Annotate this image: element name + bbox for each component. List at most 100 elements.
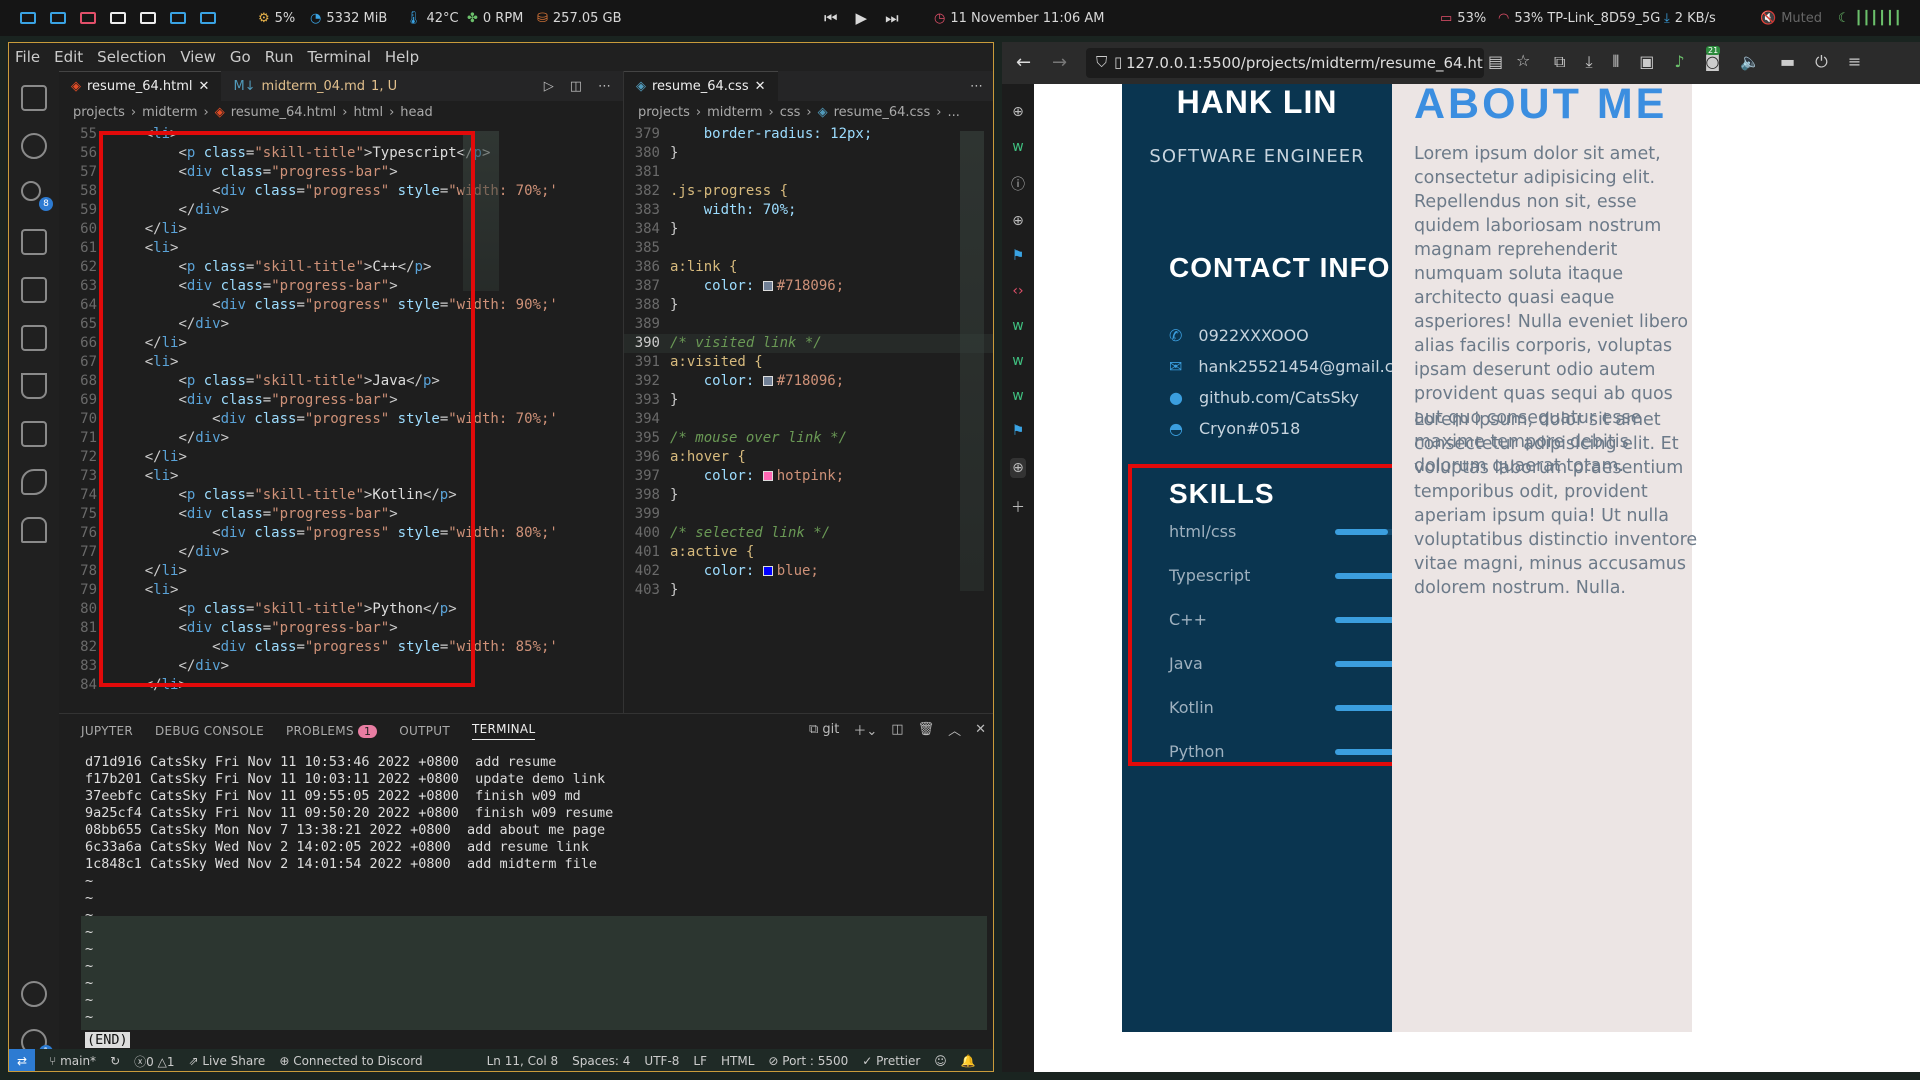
close-icon[interactable]: ✕: [199, 79, 210, 94]
code-line[interactable]: 402 color: blue;: [624, 562, 993, 581]
problems-indicator[interactable]: ⓧ0 △1: [134, 1053, 174, 1070]
tab-output[interactable]: OUTPUT: [399, 724, 450, 738]
globe-icon[interactable]: ⊕: [1010, 458, 1026, 478]
power-icon[interactable]: ⏻: [1815, 52, 1828, 72]
info-icon[interactable]: ⓘ: [1011, 174, 1025, 194]
extensions-icon[interactable]: [21, 325, 47, 351]
terminal-output[interactable]: d71d916 CatsSky Fri Nov 11 10:53:46 2022…: [85, 754, 613, 1026]
run-icon[interactable]: ▷: [544, 79, 554, 94]
workspace-switcher[interactable]: [20, 0, 216, 36]
menu-selection[interactable]: Selection: [97, 48, 166, 66]
code-line[interactable]: 386 a:link {: [624, 258, 993, 277]
next-track-icon[interactable]: ⏭: [885, 9, 899, 27]
code-line[interactable]: 384}: [624, 220, 993, 239]
tab-jupyter[interactable]: JUPYTER: [81, 724, 133, 738]
code-icon[interactable]: ‹›: [1012, 283, 1023, 299]
code-line[interactable]: 403}: [624, 581, 993, 600]
downloads-icon[interactable]: ⤓: [1585, 52, 1592, 72]
globe-icon[interactable]: ⊕: [1012, 213, 1024, 229]
trash-icon[interactable]: 🗑: [918, 722, 935, 737]
code-line[interactable]: 385: [624, 239, 993, 258]
code-line[interactable]: 388}: [624, 296, 993, 315]
volume-indicator[interactable]: 🔇 Muted: [1760, 0, 1822, 36]
testing-icon[interactable]: [21, 373, 47, 399]
tab-resume-html[interactable]: ◈ resume_64.html ✕: [59, 71, 222, 101]
extension-music-icon[interactable]: ♪: [1674, 52, 1684, 72]
terminal-shell[interactable]: ⧉ git: [809, 722, 839, 737]
menu-terminal[interactable]: Terminal: [308, 48, 371, 66]
whatsapp-icon[interactable]: w: [1012, 388, 1023, 404]
globe-icon[interactable]: ⊕: [1012, 104, 1024, 120]
reader-view-icon[interactable]: ▤: [1488, 52, 1503, 71]
workspace-1-icon[interactable]: [20, 12, 36, 24]
menu-go[interactable]: Go: [230, 48, 251, 66]
code-line[interactable]: 387 color: #718096;: [624, 277, 993, 296]
workspace-3-icon[interactable]: [80, 12, 96, 24]
wifi-indicator[interactable]: ◠ 53% TP-Link_8D59_5G: [1498, 0, 1660, 36]
speaker-icon[interactable]: 🔈: [1740, 52, 1760, 72]
account-icon[interactable]: [21, 981, 47, 1007]
tab-terminal[interactable]: TERMINAL: [472, 722, 536, 740]
code-line[interactable]: 401 a:active {: [624, 543, 993, 562]
clock[interactable]: ◷ 11 November 11:06 AM: [934, 0, 1104, 36]
url-bar[interactable]: ⛉ ▯ 127.0.0.1:5500/projects/midterm/resu…: [1086, 48, 1484, 78]
add-icon[interactable]: ＋: [1011, 497, 1025, 517]
hamburger-menu-icon[interactable]: ≡: [1848, 52, 1861, 72]
code-line[interactable]: 397 color: hotpink;: [624, 467, 993, 486]
whatsapp-icon[interactable]: w: [1012, 353, 1023, 369]
split-terminal-icon[interactable]: ◫: [891, 722, 903, 737]
code-line[interactable]: 383 width: 70%;: [624, 201, 993, 220]
menu-view[interactable]: View: [180, 48, 216, 66]
css-code-editor[interactable]: 379 border-radius: 12px; 380} 381 382 .js-pr…: [624, 123, 993, 600]
code-line[interactable]: 382 .js-progress {: [624, 182, 993, 201]
menu-help[interactable]: Help: [385, 48, 419, 66]
encoding[interactable]: UTF-8: [644, 1054, 679, 1068]
code-line[interactable]: 391 a:visited {: [624, 353, 993, 372]
workspace-6-icon[interactable]: [170, 12, 186, 24]
indentation[interactable]: Spaces: 4: [572, 1054, 630, 1068]
notifications-icon[interactable]: 🔔: [961, 1054, 976, 1068]
explorer-icon[interactable]: [21, 85, 47, 111]
wallet-icon[interactable]: ▬: [1780, 52, 1795, 72]
new-terminal-icon[interactable]: ＋⌄: [853, 720, 877, 739]
flag-icon[interactable]: ⚑: [1012, 423, 1025, 439]
forward-icon[interactable]: →: [1052, 52, 1067, 73]
live-share-status[interactable]: ⇗ Live Share: [188, 1054, 265, 1068]
source-control-icon[interactable]: [21, 181, 41, 201]
color-swatch[interactable]: [762, 471, 773, 481]
flag-icon[interactable]: ⚑: [1012, 248, 1025, 264]
code-line[interactable]: 380}: [624, 144, 993, 163]
notebook-icon[interactable]: [21, 421, 47, 447]
code-line[interactable]: 393}: [624, 391, 993, 410]
more-actions-icon[interactable]: ⋯: [598, 79, 611, 94]
color-swatch[interactable]: [762, 281, 773, 291]
extension-mask-icon[interactable]: ◙: [1705, 52, 1721, 72]
code-line[interactable]: 399: [624, 505, 993, 524]
workspace-7-icon[interactable]: [200, 12, 216, 24]
remote-icon[interactable]: ⇄: [9, 1049, 36, 1071]
code-line[interactable]: 400/* selected link */: [624, 524, 993, 543]
sync-icon[interactable]: ↻: [110, 1054, 120, 1068]
split-editor-icon[interactable]: ◫: [570, 79, 582, 94]
cursor-position[interactable]: Ln 11, Col 8: [487, 1054, 559, 1068]
whatsapp-icon[interactable]: w: [1012, 139, 1023, 155]
close-panel-icon[interactable]: ✕: [975, 722, 986, 737]
run-debug-icon[interactable]: [21, 229, 47, 255]
code-line[interactable]: 395/* mouse over link */: [624, 429, 993, 448]
workspace-4-icon[interactable]: [110, 12, 126, 24]
code-line[interactable]: 394: [624, 410, 993, 429]
code-line[interactable]: 396 a:hover {: [624, 448, 993, 467]
screenshot-icon[interactable]: ⧉: [1554, 52, 1565, 72]
search-icon[interactable]: [21, 133, 47, 159]
live-server-port[interactable]: ⊘ Port : 5500: [768, 1054, 848, 1068]
more-actions-icon[interactable]: ⋯: [958, 71, 993, 101]
workspace-2-icon[interactable]: [50, 12, 66, 24]
feedback-icon[interactable]: ☺: [934, 1054, 947, 1068]
prettier-status[interactable]: ✓ Prettier: [862, 1054, 920, 1068]
color-swatch[interactable]: [762, 566, 773, 576]
minimap-css[interactable]: [960, 131, 984, 591]
code-line[interactable]: 381: [624, 163, 993, 182]
remote-explorer-icon[interactable]: [21, 277, 47, 303]
whatsapp-icon[interactable]: w: [1012, 318, 1023, 334]
code-line[interactable]: 398}: [624, 486, 993, 505]
